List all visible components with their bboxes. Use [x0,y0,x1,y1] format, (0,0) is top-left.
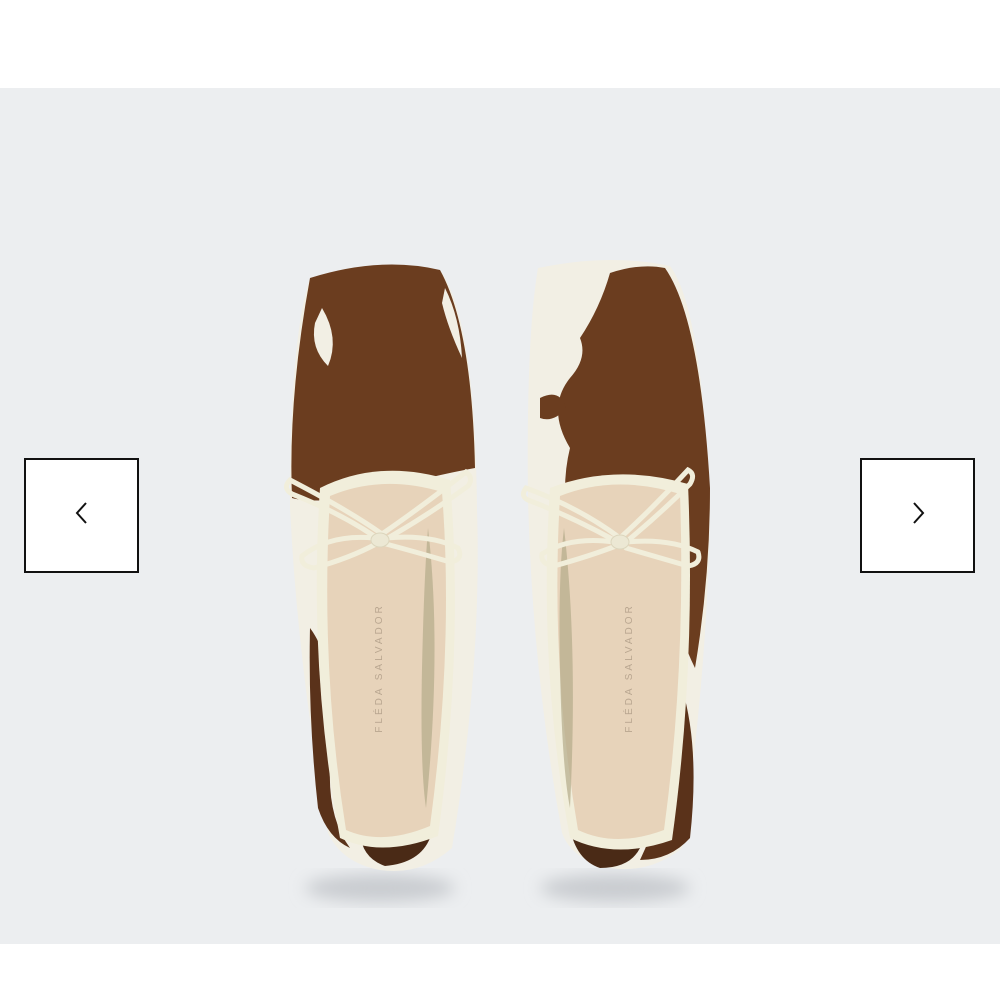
page-footer-spacer [0,944,1000,1000]
product-image-carousel: FLÉDA SALVADOR FLÉDA SALVADOR [0,88,1000,944]
insole-brand-text: FLÉDA SALVADOR [622,603,635,732]
left-shoe: FLÉDA SALVADOR [284,264,478,872]
page-header-spacer [0,0,1000,88]
right-shoe-shadow [540,874,690,902]
chevron-right-icon [910,500,926,531]
next-image-button[interactable] [860,458,975,573]
insole-brand-text: FLÉDA SALVADOR [372,603,385,732]
product-image: FLÉDA SALVADOR FLÉDA SALVADOR [284,259,710,902]
previous-image-button[interactable] [24,458,139,573]
right-shoe: FLÉDA SALVADOR [520,259,710,870]
left-shoe-shadow [305,874,455,902]
chevron-left-icon [74,500,90,531]
